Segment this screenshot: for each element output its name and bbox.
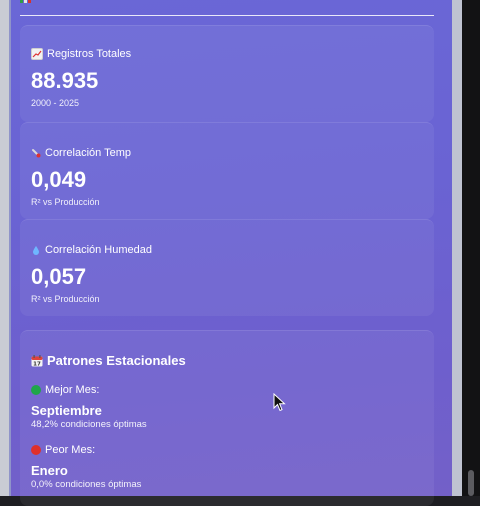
stat-card-subtitle: R² vs Producción	[31, 294, 100, 304]
stat-card-label: Registros Totales	[47, 48, 132, 60]
thermometer-emoji-icon	[31, 148, 41, 158]
scrollbar-track[interactable]	[462, 0, 480, 496]
stat-card-label-row: Correlación Humedad	[31, 244, 152, 256]
best-month-value: Septiembre	[31, 403, 102, 418]
stat-card-value: 0,049	[31, 167, 87, 192]
red-circle-icon	[31, 445, 41, 455]
stat-card-subtitle: R² vs Producción	[31, 197, 100, 207]
stat-card-label: Correlación Temp	[45, 147, 132, 159]
best-month-label-row: Mejor Mes:	[31, 384, 99, 396]
svg-text:17: 17	[33, 361, 41, 367]
seasonal-patterns-title-row: 17 Patrones Estacionales	[31, 353, 186, 368]
stat-card-registros: Registros Totales 88.935 2000 - 2025	[20, 25, 434, 122]
worst-month-label: Peor Mes:	[45, 444, 96, 456]
scrollbar-thumb[interactable]	[468, 470, 474, 496]
seasonal-patterns-card: 17 Patrones Estacionales Mejor Mes: Sept…	[20, 330, 434, 506]
window-right-gutter	[452, 0, 462, 496]
seasonal-patterns-title: Patrones Estacionales	[47, 353, 186, 368]
stat-card-label: Correlación Humedad	[45, 244, 152, 256]
droplet-emoji-icon	[31, 245, 41, 255]
stat-card-label-row: Registros Totales	[31, 48, 131, 60]
flag-emoji-icon	[20, 0, 32, 3]
best-month-detail: 48,2% condiciones óptimas	[31, 419, 147, 430]
stat-card-value: 0,057	[31, 264, 87, 289]
calendar-emoji-icon: 17	[31, 354, 43, 367]
mouse-cursor-icon	[273, 393, 286, 412]
worst-month-detail: 0,0% condiciones óptimas	[31, 479, 142, 490]
best-month-label: Mejor Mes:	[45, 384, 100, 396]
green-circle-icon	[31, 385, 41, 395]
chart-emoji-icon	[31, 48, 43, 60]
stat-card-subtitle: 2000 - 2025	[31, 98, 80, 108]
worst-month-label-row: Peor Mes:	[31, 444, 95, 456]
worst-month-value: Enero	[31, 463, 68, 478]
header-divider	[20, 15, 434, 16]
stat-card-correlacion-temp: Correlación Temp 0,049 R² vs Producción	[20, 122, 434, 219]
stat-card-label-row: Correlación Temp	[31, 147, 131, 159]
stat-card-value: 88.935	[31, 68, 99, 93]
stat-card-correlacion-humedad: Correlación Humedad 0,057 R² vs Producci…	[20, 219, 434, 316]
